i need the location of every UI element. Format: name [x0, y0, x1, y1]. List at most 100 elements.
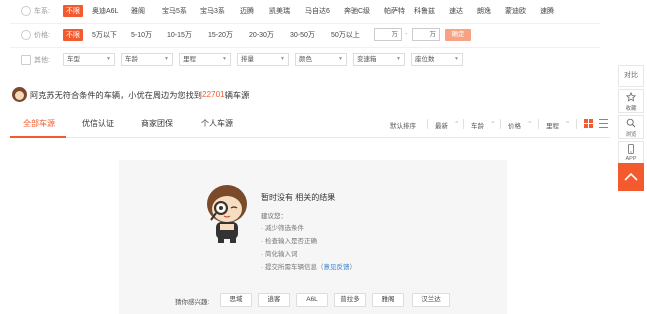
- app-label: APP: [625, 156, 637, 162]
- chevron-down-icon: ▼: [338, 56, 343, 62]
- grid-view-icon[interactable]: [584, 119, 593, 128]
- interest-chip[interactable]: A6L: [296, 293, 328, 307]
- color-dropdown-label: 颜色: [299, 56, 312, 63]
- chevron-down-icon: ▼: [222, 56, 227, 62]
- price-max-input[interactable]: 万: [412, 28, 440, 41]
- chevron-down-icon: ▼: [280, 56, 285, 62]
- series-option[interactable]: 科鲁兹: [414, 6, 435, 16]
- app-button[interactable]: APP: [618, 141, 644, 165]
- empty-title: 暂时没有 相关的结果: [261, 193, 336, 202]
- series-option[interactable]: 马自达6: [305, 6, 330, 16]
- suggestion-heading: 建议您：: [261, 213, 287, 220]
- price-icon: [21, 30, 31, 40]
- price-option[interactable]: 10-15万: [167, 30, 192, 40]
- sort-age[interactable]: 车龄: [471, 120, 484, 130]
- chevron-up-icon: [624, 172, 638, 181]
- gearbox-dropdown-label: 变速箱: [357, 56, 377, 63]
- suggestion-item: · 提交所需车辆信息（意见反馈）: [261, 261, 356, 271]
- chevron-down-icon: ▼: [164, 56, 169, 62]
- chevron-down-icon: ▼: [106, 56, 111, 62]
- series-option[interactable]: 速达: [449, 6, 463, 16]
- empty-result-panel: 暂时没有 相关的结果 建议您： · 减少筛选条件 · 检查输入是否正确 · 简化…: [119, 160, 507, 314]
- seats-dropdown[interactable]: 座位数 ▼: [411, 53, 463, 66]
- back-to-top-button[interactable]: [618, 163, 644, 191]
- series-option[interactable]: 奔驰C级: [344, 6, 370, 16]
- type-dropdown[interactable]: 车型 ▼: [63, 53, 115, 66]
- series-option[interactable]: 蒙迪欧: [505, 6, 526, 16]
- price-option[interactable]: 5万以下: [92, 30, 117, 40]
- series-option[interactable]: 朗逸: [477, 6, 491, 16]
- series-option[interactable]: 速腾: [540, 6, 554, 16]
- notice-count: 22701: [201, 90, 225, 99]
- color-dropdown[interactable]: 颜色 ▼: [295, 53, 347, 66]
- interest-chip[interactable]: 普拉多: [334, 293, 366, 307]
- list-view-icon[interactable]: [599, 119, 608, 128]
- tab-certified[interactable]: 优信认证: [82, 118, 114, 129]
- interest-chip[interactable]: 逍客: [258, 293, 290, 307]
- sort-arrow-icon: ⌃: [454, 121, 460, 128]
- gearbox-dropdown[interactable]: 变速箱 ▼: [353, 53, 405, 66]
- price-confirm-button[interactable]: 确定: [445, 29, 471, 41]
- search-icon: [626, 118, 636, 128]
- suggestion-item: · 简化输入词: [261, 251, 298, 258]
- chevron-down-icon: ▼: [454, 56, 459, 62]
- price-option[interactable]: 30-50万: [290, 30, 315, 40]
- age-dropdown[interactable]: 车龄 ▼: [121, 53, 173, 66]
- favorite-label: 收藏: [625, 106, 637, 112]
- notice-suffix: 辆车源: [224, 90, 250, 100]
- age-dropdown-label: 车龄: [125, 56, 138, 63]
- series-option[interactable]: 雅阁: [131, 6, 145, 16]
- tab-personal[interactable]: 个人车源: [201, 118, 233, 129]
- divider: [463, 119, 464, 129]
- tab-dealer[interactable]: 商家团保: [141, 118, 173, 129]
- mileage-dropdown-label: 里程: [183, 56, 196, 63]
- divider: [576, 119, 577, 129]
- notice-prefix: 阿克苏无符合条件的车辆，小优在周边为您找到: [30, 90, 202, 100]
- compare-button[interactable]: 对比: [618, 65, 644, 87]
- favorite-button[interactable]: 收藏: [618, 89, 644, 113]
- interest-chip[interactable]: 思域: [220, 293, 252, 307]
- sort-arrow-icon: ⌃: [490, 121, 496, 128]
- divider: [500, 119, 501, 129]
- price-option[interactable]: 20-30万: [249, 30, 274, 40]
- interest-chip[interactable]: 汉兰达: [412, 293, 450, 307]
- price-option[interactable]: 5-10万: [131, 30, 152, 40]
- other-label: 其他:: [34, 57, 50, 64]
- star-icon: [625, 91, 637, 102]
- price-min-input[interactable]: 万: [374, 28, 402, 41]
- tab-all[interactable]: 全部车源: [23, 118, 55, 129]
- price-option[interactable]: 不限: [63, 29, 83, 41]
- feedback-suffix: ）: [349, 264, 356, 271]
- result-notice: 阿克苏无符合条件的车辆，小优在周边为您找到 22701 辆车源: [12, 87, 249, 102]
- series-option[interactable]: 不限: [63, 5, 83, 17]
- series-option[interactable]: 宝马5系: [162, 6, 187, 16]
- compare-label: 对比: [624, 72, 638, 79]
- filter-row-price: 价格: 不限 5万以下 5-10万 10-15万 15-20万 20-30万 3…: [0, 24, 600, 46]
- suggestion-item: · 减少筛选条件: [261, 225, 304, 232]
- mileage-dropdown[interactable]: 里程 ▼: [179, 53, 231, 66]
- sort-price[interactable]: 价格: [508, 120, 521, 130]
- browse-button[interactable]: 浏览: [618, 115, 644, 139]
- chevron-down-icon: ▼: [396, 56, 401, 62]
- sort-newest[interactable]: 最新: [435, 120, 448, 130]
- series-option[interactable]: 帕萨特: [384, 6, 405, 16]
- suggestion-item: · 检查输入是否正确: [261, 238, 317, 245]
- series-option[interactable]: 宝马3系: [200, 6, 225, 16]
- price-dash: -: [405, 31, 408, 38]
- series-option[interactable]: 奥迪A6L: [92, 6, 118, 16]
- sort-default[interactable]: 默认排序: [390, 120, 416, 130]
- series-option[interactable]: 迈腾: [240, 6, 254, 16]
- sort-arrow-icon: ⌃: [565, 121, 571, 128]
- feedback-link[interactable]: 意见反馈: [323, 264, 349, 271]
- filter-row-other: 其他: 车型 ▼ 车龄 ▼ 里程 ▼ 排量 ▼ 颜色 ▼ 变速箱 ▼ 座位数 ▼: [0, 49, 600, 71]
- interest-label: 猜你感兴趣:: [175, 299, 210, 306]
- interest-chip[interactable]: 雅阁: [372, 293, 404, 307]
- price-option[interactable]: 15-20万: [208, 30, 233, 40]
- divider: [538, 119, 539, 129]
- price-option[interactable]: 50万以上: [331, 30, 360, 40]
- divider: [10, 47, 600, 48]
- displacement-dropdown[interactable]: 排量 ▼: [237, 53, 289, 66]
- series-option[interactable]: 凯美瑞: [269, 6, 290, 16]
- sort-mileage[interactable]: 里程: [546, 120, 559, 130]
- filter-row-series: 车系: 不限 奥迪A6L 雅阁 宝马5系 宝马3系 迈腾 凯美瑞 马自达6 奔驰…: [0, 0, 600, 22]
